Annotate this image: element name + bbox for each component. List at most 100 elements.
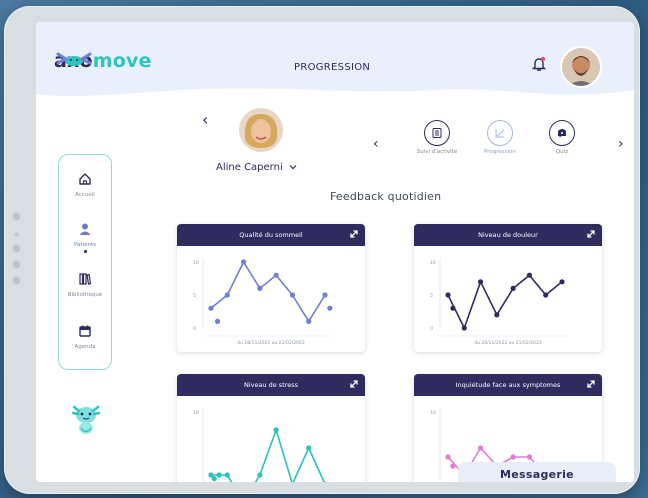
tab-label: Quiz bbox=[555, 149, 569, 155]
data-point[interactable] bbox=[445, 454, 451, 460]
chart-card-header: Niveau de stress bbox=[177, 374, 365, 396]
chart-title: Inquiétude face aux symptomes bbox=[455, 381, 561, 389]
data-point[interactable] bbox=[559, 279, 565, 285]
sidebar-item-patients[interactable]: Patients bbox=[59, 221, 111, 253]
data-point[interactable] bbox=[224, 292, 230, 298]
expand-icon[interactable] bbox=[586, 379, 596, 389]
chart-line-icon bbox=[487, 120, 513, 146]
patient-selector[interactable]: Aline Caperni bbox=[216, 162, 297, 173]
patient-avatar bbox=[239, 108, 283, 152]
tab-quiz[interactable]: Quiz bbox=[530, 120, 594, 155]
messagerie-button[interactable]: Messagerie bbox=[458, 462, 616, 482]
series-line bbox=[210, 261, 326, 323]
axolotl-mascot-icon bbox=[69, 399, 103, 441]
line-chart: 0 5 10 du 28/11/2022 au 21/02/2023 bbox=[193, 258, 333, 346]
sidebar-nav: Accueil Patients Bibliothèque Agenda bbox=[58, 154, 112, 370]
tab-label: Suivi d'activité bbox=[416, 149, 458, 155]
axolotl-logo-icon bbox=[56, 52, 92, 66]
data-point[interactable] bbox=[257, 285, 263, 291]
data-point[interactable] bbox=[543, 292, 549, 298]
data-point[interactable] bbox=[526, 454, 533, 460]
y-tick-label: 10 bbox=[193, 260, 199, 266]
active-indicator bbox=[83, 250, 87, 253]
data-point[interactable] bbox=[322, 292, 328, 298]
page-title: PROGRESSION bbox=[294, 62, 371, 73]
data-point[interactable] bbox=[273, 427, 279, 433]
camera-dot bbox=[12, 276, 21, 285]
data-point[interactable] bbox=[494, 312, 500, 318]
data-point[interactable] bbox=[526, 272, 533, 278]
period-label: du 28/11/2022 au 21/02/2023 bbox=[474, 340, 542, 346]
app-screen: axomove PROGRESSION bbox=[36, 22, 634, 482]
data-point[interactable] bbox=[208, 305, 214, 311]
data-point[interactable] bbox=[306, 445, 312, 451]
y-tick-label: 0 bbox=[193, 326, 196, 332]
chart-title: Niveau de stress bbox=[243, 381, 299, 389]
chart-title: Qualité du sommeil bbox=[239, 231, 303, 239]
home-icon bbox=[79, 173, 91, 185]
data-point[interactable] bbox=[273, 272, 279, 278]
sensor-dot bbox=[14, 232, 19, 237]
tab-label: Progression bbox=[484, 149, 516, 155]
data-point[interactable] bbox=[257, 472, 263, 478]
tab-suivi-activite[interactable]: Suivi d'activité bbox=[405, 120, 469, 155]
sidebar-item-agenda[interactable]: Agenda bbox=[59, 323, 111, 350]
chart-card-pain-level: Niveau de douleur 0 5 10 du 28/11/2022 au 2… bbox=[414, 224, 602, 352]
data-point[interactable] bbox=[510, 285, 516, 291]
tab-progression[interactable]: Progression bbox=[468, 120, 532, 155]
expand-icon[interactable] bbox=[349, 229, 359, 239]
y-tick-label: 0 bbox=[430, 326, 433, 332]
section-title: Feedback quotidien bbox=[330, 190, 442, 203]
chevron-down-icon bbox=[289, 165, 297, 170]
y-tick-label: 5 bbox=[193, 293, 196, 299]
sidebar-item-bibliotheque[interactable]: Bibliothèque bbox=[59, 271, 111, 298]
data-point[interactable] bbox=[461, 325, 467, 331]
sidebar-item-label: Agenda bbox=[74, 344, 96, 350]
data-point[interactable] bbox=[445, 292, 451, 298]
app-header: axomove PROGRESSION bbox=[36, 22, 634, 108]
sidebar-item-label: Bibliothèque bbox=[67, 292, 103, 298]
chart-card-header: Qualité du sommeil bbox=[177, 224, 365, 246]
data-point[interactable] bbox=[450, 463, 456, 469]
axomove-logo[interactable]: axomove bbox=[54, 50, 152, 72]
data-point[interactable] bbox=[477, 445, 484, 451]
data-point[interactable] bbox=[510, 454, 516, 460]
y-tick-label: 10 bbox=[430, 260, 436, 266]
back-chevron-icon[interactable]: ‹ bbox=[202, 110, 208, 129]
chart-card-stress-level: Niveau de stress 10 bbox=[177, 374, 365, 482]
camera-dot bbox=[12, 244, 21, 253]
books-icon bbox=[79, 273, 92, 285]
camera-dot bbox=[12, 260, 21, 269]
data-point[interactable] bbox=[327, 305, 333, 311]
camera-dot bbox=[12, 212, 21, 221]
period-label: du 28/11/2022 au 21/02/2023 bbox=[237, 340, 305, 346]
data-point[interactable] bbox=[306, 318, 312, 324]
y-tick-label: 10 bbox=[193, 410, 199, 416]
expand-icon[interactable] bbox=[349, 379, 359, 389]
sidebar-item-accueil[interactable]: Accueil bbox=[59, 171, 111, 198]
line-chart: 10 bbox=[193, 408, 327, 482]
sidebar-item-label: Patients bbox=[73, 242, 97, 248]
chart-title: Niveau de douleur bbox=[478, 231, 538, 239]
chart-card-header: Inquiétude face aux symptomes bbox=[414, 374, 602, 396]
data-point[interactable] bbox=[211, 476, 217, 482]
user-icon bbox=[79, 223, 91, 235]
data-point[interactable] bbox=[214, 318, 221, 324]
y-tick-label: 5 bbox=[430, 293, 433, 299]
sidebar-item-label: Accueil bbox=[75, 192, 95, 198]
data-point[interactable] bbox=[477, 279, 484, 285]
tabs-prev-chevron-icon[interactable]: ‹ bbox=[373, 136, 379, 152]
data-point[interactable] bbox=[216, 472, 222, 478]
tabs-next-chevron-icon[interactable]: › bbox=[618, 136, 624, 152]
data-point[interactable] bbox=[289, 292, 296, 298]
expand-icon[interactable] bbox=[586, 229, 596, 239]
data-point[interactable] bbox=[450, 305, 456, 311]
data-point[interactable] bbox=[224, 472, 230, 478]
user-avatar[interactable] bbox=[560, 46, 602, 88]
calendar-icon bbox=[79, 325, 91, 337]
tablet-frame: axomove PROGRESSION bbox=[4, 6, 640, 494]
quiz-icon bbox=[549, 120, 575, 146]
series-line bbox=[447, 274, 563, 329]
data-point[interactable] bbox=[240, 259, 247, 265]
chart-card-header: Niveau de douleur bbox=[414, 224, 602, 246]
